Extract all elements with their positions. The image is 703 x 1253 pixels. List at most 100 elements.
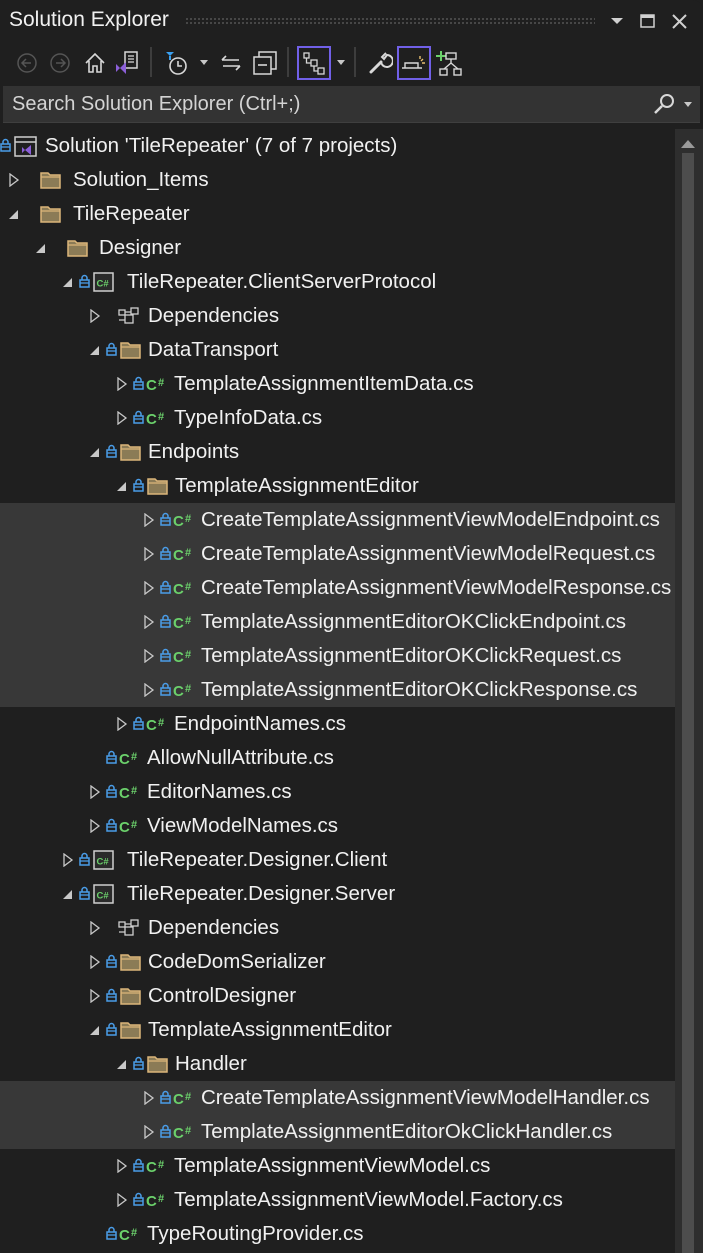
search-icon[interactable] [652, 93, 676, 115]
forward-button[interactable] [43, 46, 77, 80]
csharp-file-icon: C # [173, 578, 199, 603]
tree-item-file[interactable]: C # TypeRoutingProvider.cs [0, 1217, 675, 1251]
tree-item-project[interactable]: C# TileRepeater.Designer.Client [0, 843, 675, 877]
maximize-button[interactable] [637, 10, 659, 32]
tree-item-file[interactable]: C # TemplateAssignmentEditorOKClickRequest… [0, 639, 675, 673]
expanded-arrow-icon[interactable] [62, 887, 74, 901]
collapsed-arrow-icon[interactable] [143, 1090, 155, 1106]
close-button[interactable] [669, 10, 691, 32]
tree-item-folder[interactable]: Solution_Items [0, 163, 675, 197]
expanded-arrow-icon[interactable] [116, 1057, 128, 1071]
collapsed-arrow-icon[interactable] [116, 1192, 128, 1208]
tree-item-folder[interactable]: TemplateAssignmentEditor [0, 1013, 675, 1047]
home-button[interactable] [78, 46, 112, 80]
collapsed-arrow-icon[interactable] [143, 512, 155, 528]
tree-item-folder[interactable]: Endpoints [0, 435, 675, 469]
collapsed-arrow-icon[interactable] [116, 410, 128, 426]
tree-item-file[interactable]: C # TemplateAssignmentViewModel.Factory.cs [0, 1183, 675, 1217]
tree-item-folder[interactable]: Designer [0, 231, 675, 265]
expanded-arrow-icon[interactable] [62, 275, 74, 289]
lock-icon [133, 478, 144, 497]
expanded-arrow-icon[interactable] [89, 1023, 101, 1037]
csharp-file-icon: C # [146, 717, 164, 734]
expanded-arrow-icon[interactable] [116, 479, 128, 493]
collapsed-arrow-icon[interactable] [143, 580, 155, 596]
collapsed-arrow-icon[interactable] [143, 682, 155, 698]
window-position-dropdown-button[interactable] [606, 10, 628, 32]
collapse-all-button[interactable] [248, 46, 282, 80]
properties-button[interactable] [363, 46, 397, 80]
lock-icon [160, 1124, 171, 1143]
collapsed-arrow-icon[interactable] [143, 648, 155, 664]
tree-item-dependencies[interactable]: Dependencies [0, 299, 675, 333]
tree-item-file[interactable]: C # ViewModelNames.cs [0, 809, 675, 843]
collapsed-arrow-icon[interactable] [143, 614, 155, 630]
folder-icon [120, 444, 141, 461]
vertical-scrollbar[interactable] [675, 129, 703, 1253]
pending-changes-filter-button[interactable] [160, 46, 194, 80]
back-arrow-circle-icon [17, 53, 37, 73]
tree-item-folder[interactable]: CodeDomSerializer [0, 945, 675, 979]
tree-item-file[interactable]: C # EditorNames.cs [0, 775, 675, 809]
tree-item-folder[interactable]: TemplateAssignmentEditor [0, 469, 675, 503]
tree-item-project[interactable]: C# TileRepeater.ClientServerProtocol [0, 265, 675, 299]
expanded-arrow-icon[interactable] [8, 207, 20, 221]
svg-text:#: # [158, 411, 164, 423]
tree-item-folder[interactable]: Handler [0, 1047, 675, 1081]
show-all-files-button[interactable] [297, 46, 331, 80]
tree-item-folder[interactable]: ControlDesigner [0, 979, 675, 1013]
tree-item-project[interactable]: C# TileRepeater.Designer.Server [0, 877, 675, 911]
tree-item-file[interactable]: C # TemplateAssignmentEditorOKClickRespons… [0, 673, 675, 707]
tree-item-dependencies[interactable]: Dependencies [0, 911, 675, 945]
search-input[interactable]: Search Solution Explorer (Ctrl+;) [3, 86, 700, 123]
tree-item-file[interactable]: C # CreateTemplateAssignmentViewModelEndpo… [0, 503, 675, 537]
tree-item-folder[interactable]: DataTransport [0, 333, 675, 367]
collapsed-arrow-icon[interactable] [116, 376, 128, 392]
tree-item-file[interactable]: C # TemplateAssignmentViewModel.cs [0, 1149, 675, 1183]
expanded-arrow-icon[interactable] [35, 241, 47, 255]
svg-text:#: # [185, 547, 191, 559]
collapsed-arrow-icon[interactable] [62, 852, 74, 868]
collapsed-arrow-icon[interactable] [143, 546, 155, 562]
collapsed-arrow-icon[interactable] [89, 954, 101, 970]
tree-item-file[interactable]: C # CreateTemplateAssignmentViewModelRespo… [0, 571, 675, 605]
solution-icon [14, 136, 37, 157]
scroll-thumb[interactable] [682, 153, 694, 1253]
svg-text:#: # [158, 717, 164, 729]
pending-changes-dropdown-icon[interactable] [200, 60, 208, 65]
scroll-up-arrow-icon[interactable] [681, 140, 695, 148]
tree-item-file[interactable]: C # AllowNullAttribute.cs [0, 741, 675, 775]
preview-selected-items-button[interactable] [397, 46, 431, 80]
collapsed-arrow-icon[interactable] [116, 1158, 128, 1174]
collapsed-arrow-icon[interactable] [89, 920, 101, 936]
tree-item-file[interactable]: C # EndpointNames.cs [0, 707, 675, 741]
lock-icon [106, 1022, 117, 1041]
tree-item-file[interactable]: C # TemplateAssignmentItemData.cs [0, 367, 675, 401]
tree-item-folder[interactable]: TileRepeater [0, 197, 675, 231]
collapsed-arrow-icon[interactable] [89, 784, 101, 800]
add-to-diagram-button[interactable] [431, 46, 465, 80]
tree-item-file[interactable]: C # CreateTemplateAssignmentViewModelReque… [0, 537, 675, 571]
tree-item-file[interactable]: C # CreateTemplateAssignmentViewModelHandl… [0, 1081, 675, 1115]
collapsed-arrow-icon[interactable] [89, 308, 101, 324]
expanded-arrow-icon[interactable] [89, 445, 101, 459]
tree-item-file[interactable]: C # TypeInfoData.cs [0, 401, 675, 435]
preview-icon [402, 56, 425, 69]
tree-item-file[interactable]: C # TemplateAssignmentEditorOKClickEndpoin… [0, 605, 675, 639]
tree-item-label: TypeInfoData.cs [174, 406, 323, 429]
collapsed-arrow-icon[interactable] [8, 172, 20, 188]
tree-item-file[interactable]: C # TemplateAssignmentEditorOkClickHandler… [0, 1115, 675, 1149]
collapsed-arrow-icon[interactable] [89, 988, 101, 1004]
tree-item-solution[interactable]: Solution 'TileRepeater' (7 of 7 projects… [0, 129, 675, 163]
switch-views-button[interactable] [110, 46, 144, 80]
back-button[interactable] [10, 46, 44, 80]
collapsed-arrow-icon[interactable] [143, 1124, 155, 1140]
collapsed-arrow-icon[interactable] [116, 716, 128, 732]
sync-with-active-document-button[interactable] [214, 46, 248, 80]
expanded-arrow-icon[interactable] [89, 343, 101, 357]
collapsed-arrow-icon[interactable] [89, 818, 101, 834]
search-options-dropdown-icon[interactable] [684, 102, 692, 107]
tree-item-label: TemplateAssignmentViewModel.Factory.cs [174, 1188, 563, 1211]
title-drag-grip[interactable] [185, 17, 595, 24]
show-all-files-dropdown-icon[interactable] [337, 60, 345, 65]
